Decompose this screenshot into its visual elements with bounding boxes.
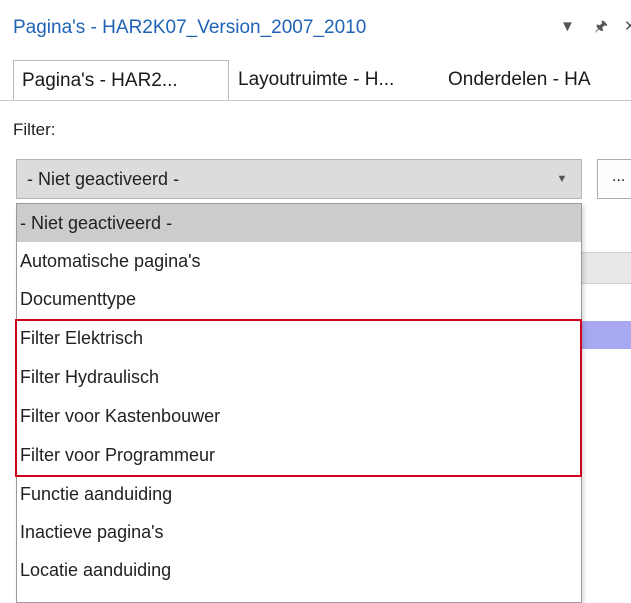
more-button-label: ... [612, 168, 626, 185]
background-selected-row [582, 321, 631, 349]
filter-label: Filter: [13, 120, 56, 139]
dropdown-option[interactable]: Filter Hydraulisch [17, 358, 581, 396]
panel-title-bar: Pagina's - HAR2K07_Version_2007_2010 ▼ 🖈… [0, 0, 631, 56]
tab-label: Layoutruimte - H... [238, 69, 395, 90]
dropdown-option[interactable]: Documenttype [17, 280, 581, 318]
tab-label: Pagina's - HAR2... [22, 70, 178, 91]
background-header-strip [582, 252, 631, 284]
panel-title: Pagina's - HAR2K07_Version_2007_2010 [13, 17, 367, 38]
filter-more-button[interactable]: ... [597, 159, 631, 199]
filter-selected-value: - Niet geactiveerd - [27, 169, 180, 189]
tab-layoutruimte[interactable]: Layoutruimte - H... [230, 60, 440, 100]
dropdown-option[interactable]: Automatische pagina's [17, 242, 581, 280]
filter-combobox[interactable]: - Niet geactiveerd - ▼ [16, 159, 582, 199]
dropdown-option[interactable]: Inactieve pagina's [17, 513, 581, 551]
dropdown-option[interactable]: - Niet geactiveerd - [17, 204, 581, 242]
close-icon[interactable]: ✕ [624, 18, 631, 36]
dropdown-option[interactable]: Locatie aanduiding [17, 551, 581, 589]
filter-dropdown-list: - Niet geactiveerd - Automatische pagina… [16, 203, 582, 603]
dropdown-arrow-icon[interactable]: ▼ [560, 18, 575, 36]
tab-onderdelen[interactable]: Onderdelen - HA [440, 60, 631, 100]
tab-label: Onderdelen - HA [448, 69, 591, 90]
dropdown-option[interactable]: Filter Elektrisch [17, 319, 581, 357]
dropdown-option[interactable]: Functie aanduiding [17, 475, 581, 513]
dropdown-option[interactable]: Filter voor Programmeur [17, 436, 581, 474]
pin-icon[interactable]: 🖈 [594, 18, 608, 36]
tab-strip: Pagina's - HAR2... Layoutruimte - H... O… [0, 60, 631, 101]
tab-paginas[interactable]: Pagina's - HAR2... [13, 60, 229, 100]
chevron-down-icon[interactable]: ▼ [543, 160, 581, 198]
dropdown-option[interactable]: Filter voor Kastenbouwer [17, 397, 581, 435]
